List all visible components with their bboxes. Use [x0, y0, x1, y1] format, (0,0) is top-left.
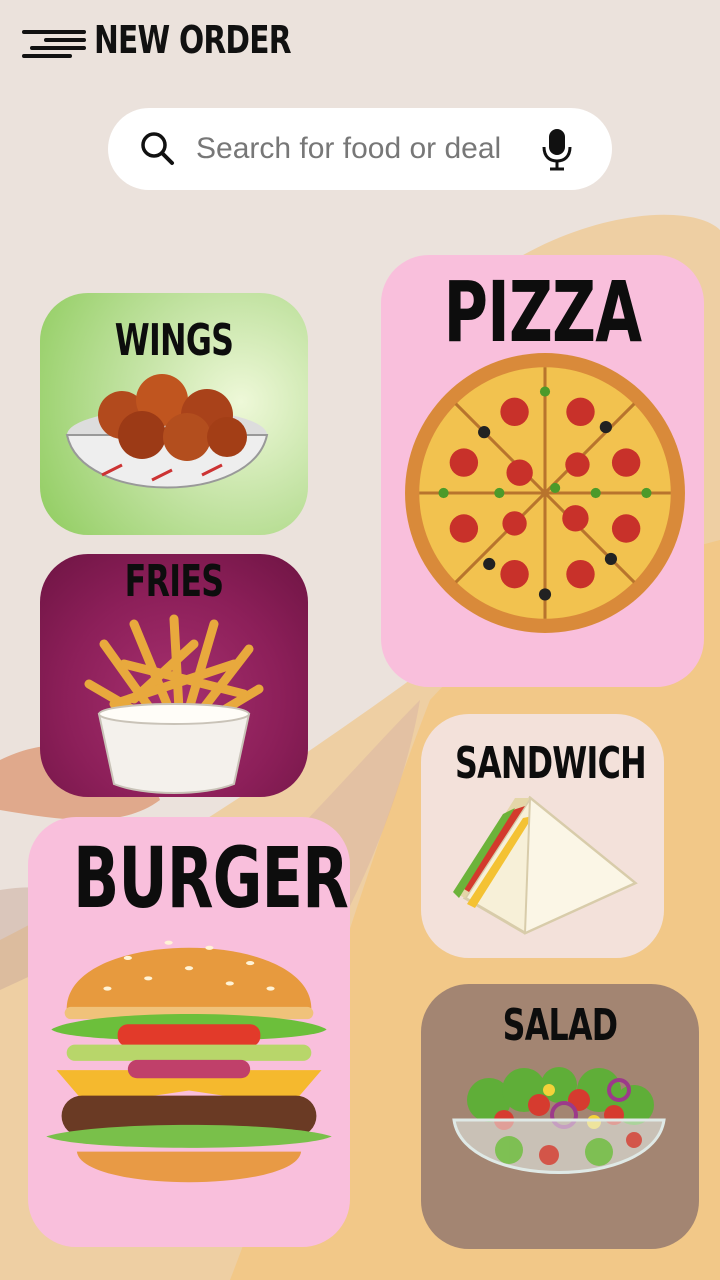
- category-label: WINGS: [114, 315, 234, 366]
- page-title: NEW ORDER: [94, 18, 292, 62]
- fries-image: [84, 614, 264, 794]
- burger-image: [46, 940, 332, 1183]
- category-label: PIZZA: [443, 263, 642, 361]
- category-tile-salad[interactable]: SALAD: [421, 984, 699, 1249]
- search-icon[interactable]: [138, 129, 178, 169]
- hamburger-icon[interactable]: [22, 20, 88, 60]
- search-bar[interactable]: [108, 108, 612, 190]
- search-input[interactable]: [196, 132, 526, 166]
- category-tile-wings[interactable]: WINGS: [40, 293, 308, 535]
- category-tile-fries[interactable]: FRIES: [40, 554, 308, 797]
- header: NEW ORDER: [22, 14, 346, 66]
- sandwich-image: [453, 795, 638, 935]
- category-label: FRIES: [124, 556, 224, 607]
- category-label: SANDWICH: [455, 738, 647, 789]
- mic-icon[interactable]: [540, 127, 574, 171]
- salad-image: [452, 1067, 666, 1174]
- category-tile-pizza[interactable]: PIZZA: [381, 255, 704, 687]
- category-tile-burgers[interactable]: BURGERS: [28, 817, 350, 1247]
- pizza-image: [405, 353, 685, 633]
- category-tile-sandwich[interactable]: SANDWICH: [421, 714, 664, 958]
- wings-image: [65, 374, 269, 489]
- category-label: SALAD: [502, 1000, 618, 1051]
